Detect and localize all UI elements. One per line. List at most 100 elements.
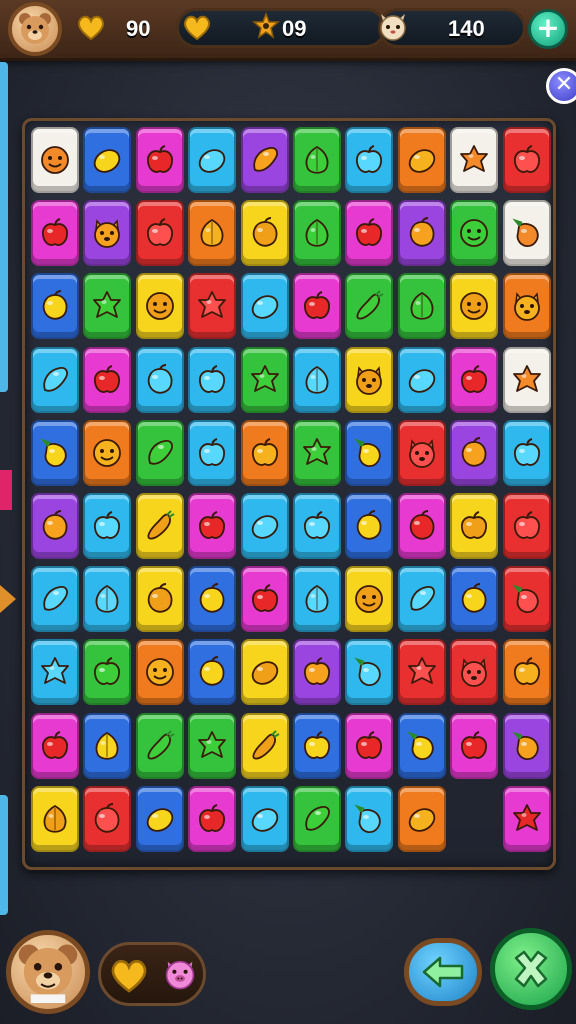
- game-tile[interactable]: [240, 200, 289, 267]
- game-tile[interactable]: [293, 419, 341, 486]
- game-tile[interactable]: [397, 273, 446, 340]
- game-tile[interactable]: [450, 712, 499, 779]
- game-tile[interactable]: [135, 566, 184, 633]
- game-tile[interactable]: [450, 127, 499, 193]
- game-tile[interactable]: [83, 273, 132, 340]
- game-tile[interactable]: [31, 566, 79, 633]
- game-tile[interactable]: [188, 566, 237, 633]
- game-tile[interactable]: [83, 127, 132, 193]
- game-tile[interactable]: [31, 200, 79, 267]
- game-tile[interactable]: [188, 346, 237, 413]
- game-tile[interactable]: [188, 200, 237, 267]
- game-tile[interactable]: [293, 127, 341, 193]
- game-tile[interactable]: [135, 127, 184, 193]
- game-tile[interactable]: [502, 419, 551, 486]
- game-tile[interactable]: [188, 493, 237, 559]
- game-tile[interactable]: [397, 785, 446, 852]
- game-tile[interactable]: [345, 712, 394, 779]
- game-tile[interactable]: [135, 200, 184, 267]
- game-tile[interactable]: [31, 493, 79, 559]
- game-tile[interactable]: [31, 712, 79, 779]
- game-tile[interactable]: [345, 785, 394, 852]
- game-tile[interactable]: [397, 566, 446, 633]
- game-tile[interactable]: [135, 639, 184, 706]
- game-tile[interactable]: [345, 639, 394, 706]
- game-tile[interactable]: [293, 273, 341, 340]
- game-tile[interactable]: [135, 712, 184, 779]
- game-tile[interactable]: [31, 419, 79, 486]
- game-tile[interactable]: [135, 785, 184, 852]
- game-tile[interactable]: [450, 273, 499, 340]
- game-tile[interactable]: [83, 566, 132, 633]
- game-tile[interactable]: [293, 200, 341, 267]
- game-tile[interactable]: [397, 639, 446, 706]
- game-tile[interactable]: [188, 712, 237, 779]
- game-tile[interactable]: [31, 273, 79, 340]
- game-tile[interactable]: [450, 346, 499, 413]
- game-tile[interactable]: [83, 200, 132, 267]
- close-button[interactable]: ✕: [546, 68, 576, 104]
- game-tile[interactable]: [450, 566, 499, 633]
- add-coins-button[interactable]: +: [528, 9, 568, 49]
- game-tile[interactable]: [31, 127, 79, 193]
- game-tile[interactable]: [345, 566, 394, 633]
- game-tile[interactable]: [450, 419, 499, 486]
- game-tile[interactable]: [345, 200, 394, 267]
- game-tile[interactable]: [240, 273, 289, 340]
- pig-face-icon[interactable]: [161, 955, 199, 993]
- game-tile[interactable]: [83, 346, 132, 413]
- game-tile[interactable]: [293, 639, 341, 706]
- game-tile[interactable]: [345, 419, 394, 486]
- game-tile[interactable]: [188, 639, 237, 706]
- game-tile[interactable]: [31, 785, 79, 852]
- game-tile[interactable]: [240, 639, 289, 706]
- game-tile[interactable]: [345, 346, 394, 413]
- game-tile[interactable]: [31, 346, 79, 413]
- game-tile[interactable]: [135, 346, 184, 413]
- game-tile[interactable]: [450, 639, 499, 706]
- game-tile[interactable]: [502, 346, 551, 413]
- game-tile[interactable]: [240, 419, 289, 486]
- game-tile[interactable]: [293, 785, 341, 852]
- game-tile[interactable]: [293, 712, 341, 779]
- game-tile[interactable]: [502, 200, 551, 267]
- game-tile[interactable]: [188, 419, 237, 486]
- game-tile[interactable]: [31, 639, 79, 706]
- game-tile[interactable]: [240, 127, 289, 193]
- game-tile[interactable]: [345, 273, 394, 340]
- game-tile[interactable]: [450, 493, 499, 559]
- game-tile[interactable]: [83, 419, 132, 486]
- game-tile[interactable]: [502, 493, 551, 559]
- game-tile[interactable]: [188, 127, 237, 193]
- shuffle-button[interactable]: [490, 928, 572, 1010]
- game-tile[interactable]: [397, 127, 446, 193]
- game-tile[interactable]: [397, 419, 446, 486]
- undo-button[interactable]: [404, 938, 482, 1006]
- game-tile[interactable]: [240, 493, 289, 559]
- game-tile[interactable]: [135, 419, 184, 486]
- game-tile[interactable]: [502, 273, 551, 340]
- game-tile[interactable]: [240, 566, 289, 633]
- game-tile[interactable]: [502, 785, 551, 852]
- player-avatar[interactable]: [8, 2, 62, 56]
- game-tile[interactable]: [293, 493, 341, 559]
- game-tile[interactable]: [397, 493, 446, 559]
- game-tile[interactable]: [188, 785, 237, 852]
- game-tile[interactable]: [83, 712, 132, 779]
- game-tile[interactable]: [135, 493, 184, 559]
- game-tile[interactable]: [135, 273, 184, 340]
- game-tile[interactable]: [188, 273, 237, 340]
- game-tile[interactable]: [83, 639, 132, 706]
- game-tile[interactable]: [83, 785, 132, 852]
- game-tile[interactable]: [240, 712, 289, 779]
- game-tile[interactable]: [240, 346, 289, 413]
- game-tile[interactable]: [502, 712, 551, 779]
- game-tile[interactable]: [240, 785, 289, 852]
- gold-heart-icon[interactable]: [109, 955, 149, 995]
- game-tile[interactable]: [502, 566, 551, 633]
- game-tile[interactable]: [397, 346, 446, 413]
- character-avatar[interactable]: [6, 930, 90, 1014]
- game-tile[interactable]: [502, 639, 551, 706]
- game-tile[interactable]: [345, 127, 394, 193]
- game-tile[interactable]: [293, 566, 341, 633]
